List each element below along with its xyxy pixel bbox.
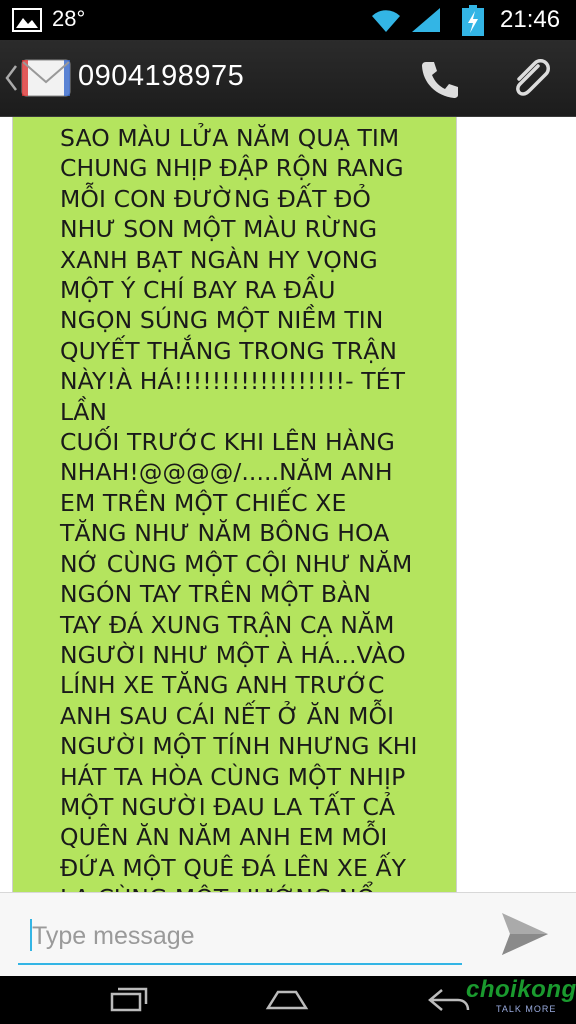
picture-icon <box>12 8 42 32</box>
paperclip-icon[interactable] <box>508 56 554 102</box>
watermark-brand: choikong <box>466 976 576 1003</box>
wifi-icon <box>372 10 400 32</box>
battery-charging-icon <box>462 5 484 36</box>
text-cursor <box>30 919 32 951</box>
message-bubble[interactable]: SAO MÀU LỬA NĂM QUẠ TIM CHUNG NHỊP ĐẬP R… <box>12 117 457 892</box>
temperature-text: 28° <box>52 6 86 31</box>
message-text: SAO MÀU LỬA NĂM QUẠ TIM CHUNG NHỊP ĐẬP R… <box>60 124 418 892</box>
recent-apps-icon[interactable] <box>106 984 152 1016</box>
contact-title: 0904198975 <box>78 60 245 92</box>
watermark-logo: choikong TALK MORE <box>440 968 576 1024</box>
watermark-tagline: TALK MORE <box>496 1004 557 1014</box>
envelope-icon[interactable] <box>20 52 72 102</box>
back-chevron-icon[interactable] <box>4 64 18 92</box>
signal-icon <box>412 8 440 32</box>
message-input-wrapper[interactable] <box>18 907 474 965</box>
action-bar: 0904198975 <box>0 40 576 117</box>
home-icon[interactable] <box>264 984 310 1016</box>
send-icon[interactable] <box>500 911 550 957</box>
conversation-list[interactable]: SAO MÀU LỬA NĂM QUẠ TIM CHUNG NHỊP ĐẬP R… <box>0 117 576 892</box>
status-bar: 28° 21:46 <box>0 0 576 40</box>
clock: 21:46 <box>500 6 561 33</box>
compose-bar <box>0 892 576 977</box>
phone-icon[interactable] <box>418 58 462 100</box>
message-input[interactable] <box>18 915 474 957</box>
